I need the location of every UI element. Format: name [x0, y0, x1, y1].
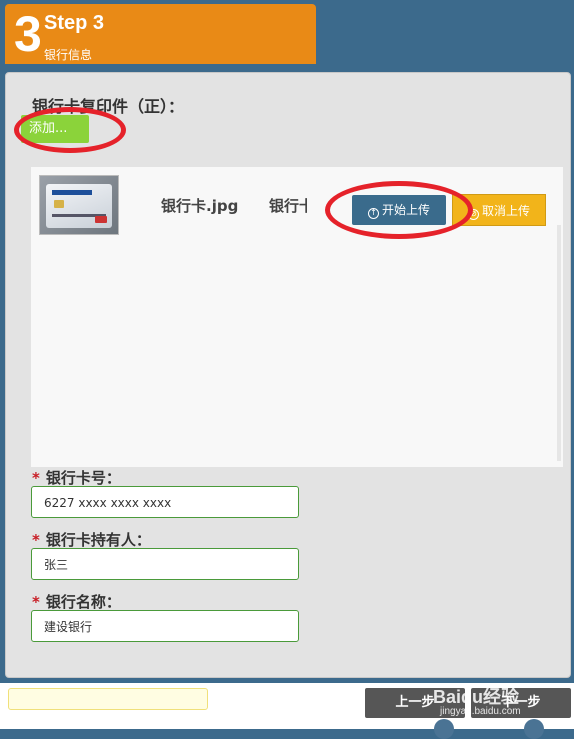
baidu-watermark-url: jingyan.baidu.com [440, 706, 521, 717]
start-upload-button[interactable]: ↑ 开始上传 [352, 195, 446, 225]
card-number-input[interactable]: 6227 xxxx xxxx xxxx [31, 486, 299, 518]
file-name: 银行卡.jpg [161, 197, 239, 215]
bank-name-input[interactable]: 建设银行 [31, 610, 299, 642]
bank-card-copy-label: 银行卡复印件（正）： [32, 97, 185, 116]
step-number: 3 [14, 6, 42, 62]
cardholder-input[interactable]: 张三 [31, 548, 299, 580]
upload-list: 银行卡.jpg 银行卡 ↑ 开始上传 ⊘ 取消上传 [31, 167, 563, 467]
cardholder-label: * 银行卡持有人： [32, 531, 151, 549]
bank-card-image [46, 184, 112, 228]
start-upload-label: 开始上传 [381, 203, 430, 217]
footer-input[interactable] [8, 688, 208, 710]
step-title: Step 3 [44, 12, 105, 34]
step-subtitle: 银行信息 [44, 48, 93, 62]
bank-info-panel: 银行卡复印件（正）： 添加... 银行卡.jpg 银行卡 ↑ 开始上传 ⊘ 取消上传… [5, 72, 571, 678]
bank-name-label: * 银行名称： [32, 593, 121, 611]
file-description: 银行卡 [269, 197, 307, 215]
required-marker: * [32, 531, 40, 549]
upload-arrow-icon: ↑ [367, 208, 379, 219]
required-marker: * [32, 593, 40, 611]
cancel-upload-button[interactable]: ⊘ 取消上传 [452, 194, 546, 226]
required-marker: * [32, 469, 40, 487]
card-number-label: * 银行卡号： [32, 469, 121, 487]
decor-circle [524, 719, 544, 739]
cancel-upload-label: 取消上传 [481, 204, 530, 218]
step-header: 3 Step 3 银行信息 [5, 4, 316, 64]
add-file-button[interactable]: 添加... [21, 115, 89, 143]
cancel-icon: ⊘ [467, 209, 479, 220]
upload-list-scrollbar[interactable] [557, 225, 561, 461]
decor-circle [434, 719, 454, 739]
file-thumbnail [39, 175, 119, 235]
